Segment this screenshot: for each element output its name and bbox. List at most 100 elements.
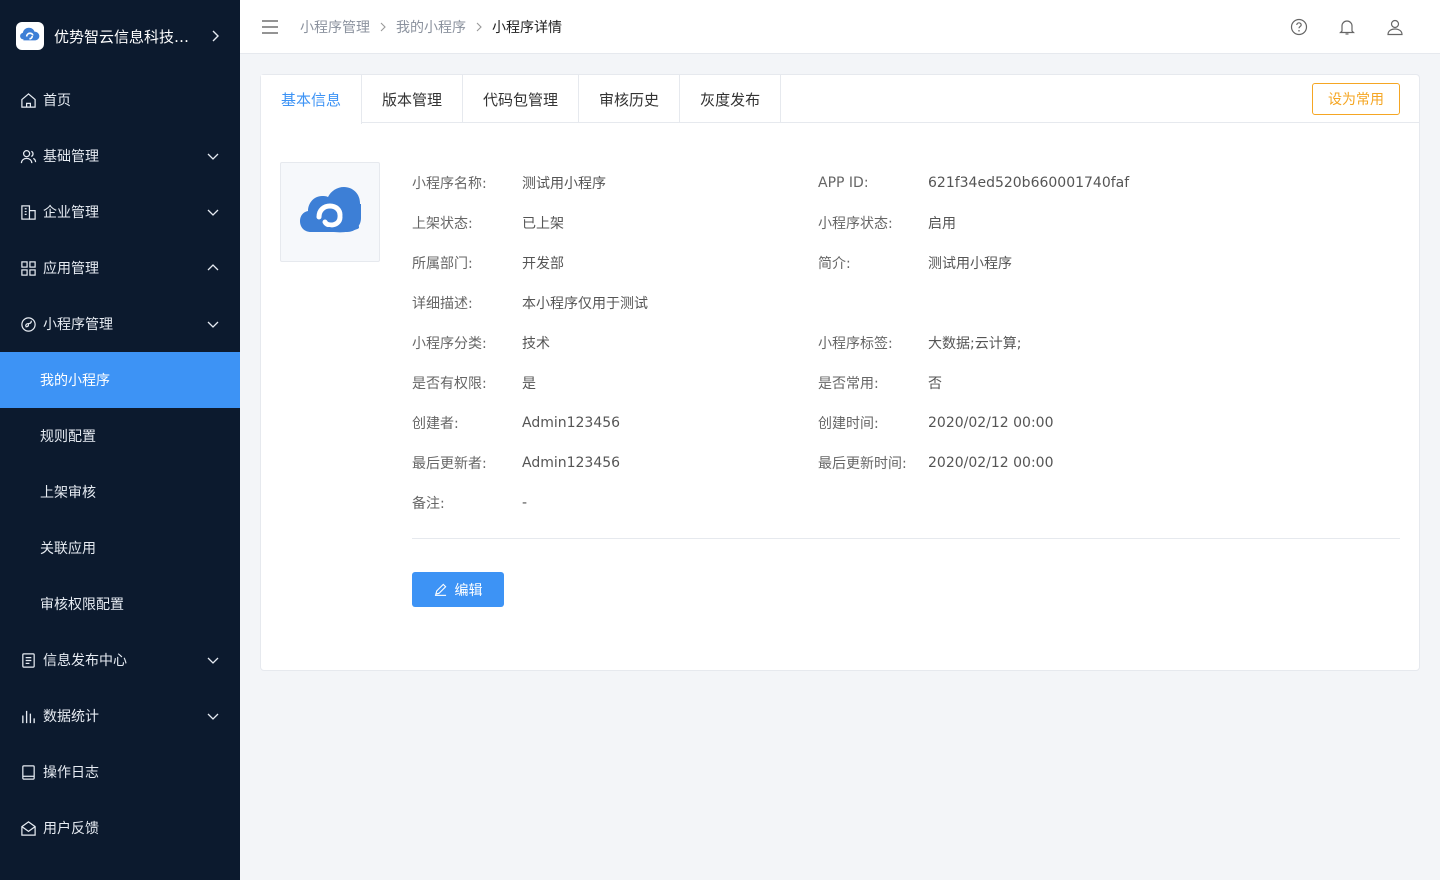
miniapp-icon bbox=[21, 316, 36, 332]
sidebar-item-label: 基础管理 bbox=[43, 149, 99, 165]
field-value: 已上架 bbox=[522, 216, 564, 232]
field-value: 2020/02/12 00:00 bbox=[928, 455, 1054, 471]
chevron-down-icon bbox=[207, 713, 219, 720]
info-row: 创建者: Admin123456 创建时间: 2020/02/12 00:00 bbox=[412, 403, 1412, 443]
field-label: 是否有权限: bbox=[412, 376, 487, 392]
field-value: 测试用小程序 bbox=[522, 176, 606, 192]
brand[interactable]: 优势智云信息科技有限公司 bbox=[0, 0, 240, 72]
edit-pen-icon bbox=[434, 583, 446, 596]
sidebar-subitem-rule-config[interactable]: 规则配置 bbox=[0, 408, 240, 464]
chevron-right-icon[interactable] bbox=[208, 29, 222, 43]
header-actions bbox=[1290, 0, 1404, 54]
bar-chart-icon bbox=[22, 710, 35, 723]
field-label: 上架状态: bbox=[412, 216, 473, 232]
user-avatar-icon[interactable] bbox=[1386, 18, 1404, 36]
field-label: 所属部门: bbox=[412, 256, 473, 272]
sidebar-menu: 首页 基础管理 企业管理 应用管理 小程序管理 我的小程序 规则配置 上架审核 … bbox=[0, 72, 240, 856]
chevron-right-icon bbox=[380, 22, 386, 31]
field-value: 是 bbox=[522, 376, 536, 392]
field-value: - bbox=[522, 495, 528, 511]
field-value: 2020/02/12 00:00 bbox=[928, 415, 1054, 431]
field-value: Admin123456 bbox=[522, 455, 621, 471]
breadcrumb-item[interactable]: 我的小程序 bbox=[396, 17, 466, 37]
sidebar-item-statistics[interactable]: 数据统计 bbox=[0, 688, 240, 744]
field-label: 最后更新者: bbox=[412, 456, 487, 472]
sidebar-item-home[interactable]: 首页 bbox=[0, 72, 240, 128]
tab-version-management[interactable]: 版本管理 bbox=[362, 75, 464, 123]
help-icon[interactable] bbox=[1290, 18, 1308, 36]
info-row: 小程序分类: 技术 小程序标签: 大数据;云计算; bbox=[412, 323, 1412, 363]
sidebar-subitem-review-permission[interactable]: 审核权限配置 bbox=[0, 576, 240, 632]
field-value: 技术 bbox=[522, 336, 550, 352]
sidebar-item-feedback[interactable]: 用户反馈 bbox=[0, 800, 240, 856]
edit-button-label: 编辑 bbox=[454, 582, 483, 599]
breadcrumb-item[interactable]: 小程序管理 bbox=[300, 17, 370, 37]
sidebar-item-label: 信息发布中心 bbox=[43, 653, 127, 669]
field-label: 小程序分类: bbox=[412, 336, 487, 352]
sidebar-item-miniapp[interactable]: 小程序管理 bbox=[0, 296, 240, 352]
field-value: 大数据;云计算; bbox=[928, 336, 1022, 352]
info-row: 上架状态: 已上架 小程序状态: 启用 bbox=[412, 203, 1412, 243]
cloud-logo-icon bbox=[300, 187, 361, 233]
sidebar-item-label: 小程序管理 bbox=[43, 317, 113, 333]
miniapp-logo bbox=[280, 162, 380, 262]
detail-card: 基本信息 版本管理 代码包管理 审核历史 灰度发布 设为常用 小程序名称: 测试用… bbox=[260, 74, 1420, 671]
sidebar-item-label: 应用管理 bbox=[43, 261, 99, 277]
breadcrumb: 小程序管理 我的小程序 小程序详情 bbox=[300, 17, 562, 37]
tab-review-history[interactable]: 审核历史 bbox=[579, 75, 681, 123]
notification-bell-icon[interactable] bbox=[1338, 18, 1356, 36]
sidebar-item-enterprise[interactable]: 企业管理 bbox=[0, 184, 240, 240]
field-value: 测试用小程序 bbox=[928, 256, 1012, 272]
field-value: Admin123456 bbox=[522, 415, 621, 431]
sidebar-item-label: 用户反馈 bbox=[43, 821, 99, 837]
field-label: 创建者: bbox=[412, 416, 459, 432]
info-row: 小程序名称: 测试用小程序 APP ID: 621f34ed520b66000174… bbox=[412, 163, 1412, 203]
tab-basic-info[interactable]: 基本信息 bbox=[261, 75, 363, 124]
field-value: 本小程序仅用于测试 bbox=[522, 296, 648, 312]
tab-code-package[interactable]: 代码包管理 bbox=[463, 75, 580, 123]
brand-logo-icon bbox=[16, 22, 44, 50]
field-label: 备注: bbox=[412, 496, 445, 512]
chevron-right-icon bbox=[476, 22, 482, 31]
field-value: 否 bbox=[928, 376, 942, 392]
sidebar-subitem-linked-apps[interactable]: 关联应用 bbox=[0, 520, 240, 576]
sidebar-item-label: 操作日志 bbox=[43, 765, 99, 781]
sidebar-item-operation-log[interactable]: 操作日志 bbox=[0, 744, 240, 800]
info-row: 备注: - bbox=[412, 483, 1412, 523]
info-row: 最后更新者: Admin123456 最后更新时间: 2020/02/12 00:0… bbox=[412, 443, 1412, 483]
field-label: 详细描述: bbox=[412, 296, 473, 312]
tab-bar: 基本信息 版本管理 代码包管理 审核历史 灰度发布 设为常用 bbox=[261, 75, 1419, 124]
chevron-down-icon bbox=[207, 209, 219, 216]
home-icon bbox=[21, 92, 36, 108]
field-label: 小程序标签: bbox=[818, 336, 893, 352]
grid-icon bbox=[21, 260, 36, 276]
sidebar-item-label: 企业管理 bbox=[43, 205, 99, 221]
set-favorite-button[interactable]: 设为常用 bbox=[1312, 83, 1400, 115]
field-label: 最后更新时间: bbox=[818, 456, 907, 472]
menu-toggle-icon[interactable] bbox=[262, 19, 278, 34]
sidebar-item-label: 数据统计 bbox=[43, 709, 99, 725]
info-row: 详细描述: 本小程序仅用于测试 bbox=[412, 283, 1412, 323]
building-icon bbox=[21, 204, 36, 220]
feedback-icon bbox=[21, 820, 36, 836]
chevron-down-icon bbox=[207, 657, 219, 664]
sidebar-subitem-my-miniapp[interactable]: 我的小程序 bbox=[0, 352, 240, 408]
tab-gray-release[interactable]: 灰度发布 bbox=[680, 75, 782, 123]
field-value: 启用 bbox=[928, 216, 956, 232]
sidebar-subitem-listing-review[interactable]: 上架审核 bbox=[0, 464, 240, 520]
field-label: APP ID: bbox=[818, 175, 869, 191]
sidebar: 优势智云信息科技有限公司 首页 基础管理 企业管理 应用管理 小程序管理 我的小 bbox=[0, 0, 240, 880]
divider bbox=[412, 538, 1400, 539]
info-row: 是否有权限: 是 是否常用: 否 bbox=[412, 363, 1412, 403]
chevron-down-icon bbox=[207, 321, 219, 328]
brand-name: 优势智云信息科技有限公司 bbox=[54, 27, 202, 46]
chevron-down-icon bbox=[207, 153, 219, 160]
sidebar-item-apps[interactable]: 应用管理 bbox=[0, 240, 240, 296]
info-row: 所属部门: 开发部 简介: 测试用小程序 bbox=[412, 243, 1412, 283]
field-value: 开发部 bbox=[522, 256, 564, 272]
edit-button[interactable]: 编辑 bbox=[412, 572, 504, 607]
field-label: 小程序名称: bbox=[412, 176, 487, 192]
sidebar-item-info-publish[interactable]: 信息发布中心 bbox=[0, 632, 240, 688]
sidebar-item-basic[interactable]: 基础管理 bbox=[0, 128, 240, 184]
field-value: 621f34ed520b660001740faf bbox=[928, 175, 1130, 191]
